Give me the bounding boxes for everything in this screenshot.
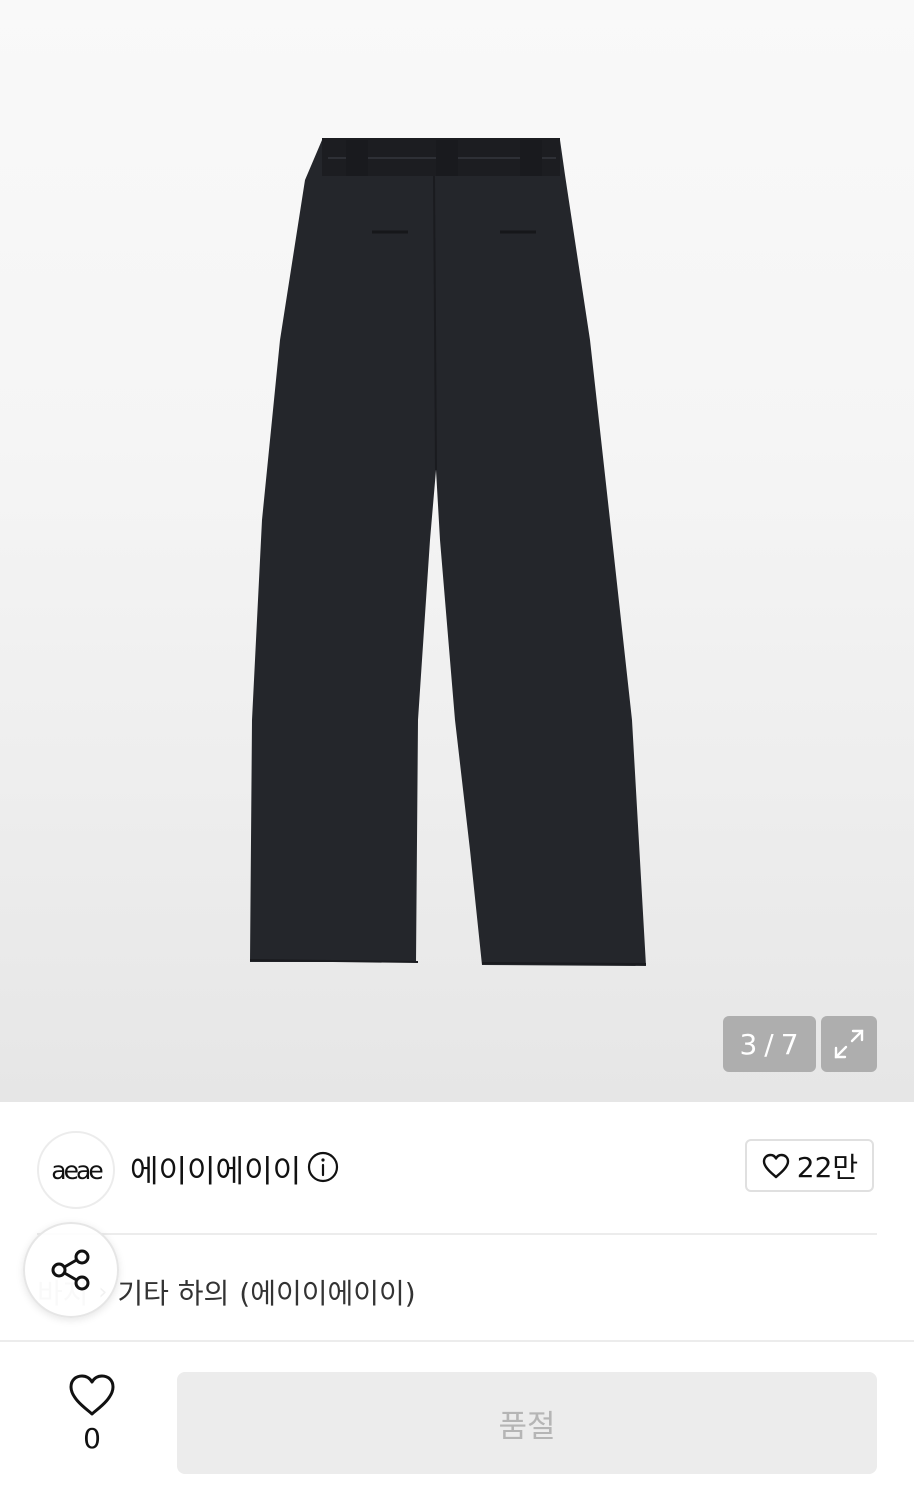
brand-name[interactable]: 에이이에이이 bbox=[130, 1146, 301, 1191]
image-current-index: 3 bbox=[739, 1027, 759, 1061]
info-icon[interactable] bbox=[307, 1151, 339, 1183]
share-icon bbox=[51, 1249, 90, 1291]
product-photo bbox=[249, 138, 647, 966]
image-counter: 3 / 7 bbox=[723, 1016, 816, 1072]
divider bbox=[37, 1233, 877, 1235]
brand-like-button[interactable]: 22만 bbox=[745, 1139, 874, 1192]
image-total-count: 7 bbox=[780, 1027, 800, 1061]
wishlist-button[interactable]: 0 bbox=[52, 1372, 132, 1455]
heart-icon bbox=[762, 1153, 789, 1178]
breadcrumb-brand[interactable]: (에이이에이이) bbox=[239, 1272, 415, 1312]
brand-logo-text: aeae bbox=[51, 1155, 103, 1185]
brand-row: aeae 에이이에이이 22만 bbox=[0, 1102, 914, 1234]
brand-like-count: 22만 bbox=[796, 1150, 859, 1184]
heart-icon bbox=[69, 1374, 115, 1416]
expand-icon bbox=[834, 1029, 864, 1059]
sold-out-button[interactable]: 품절 bbox=[177, 1372, 877, 1474]
product-image-gallery[interactable]: 3 / 7 bbox=[0, 0, 914, 1102]
wishlist-count: 0 bbox=[83, 1422, 101, 1455]
share-button[interactable] bbox=[23, 1222, 119, 1318]
brand-logo[interactable]: aeae bbox=[37, 1131, 115, 1209]
breadcrumb-category[interactable]: 기타 하의 bbox=[117, 1272, 229, 1312]
expand-image-button[interactable] bbox=[821, 1016, 877, 1072]
image-counter-separator: / bbox=[764, 1027, 775, 1061]
bottom-action-bar: 0 품절 bbox=[0, 1340, 914, 1502]
